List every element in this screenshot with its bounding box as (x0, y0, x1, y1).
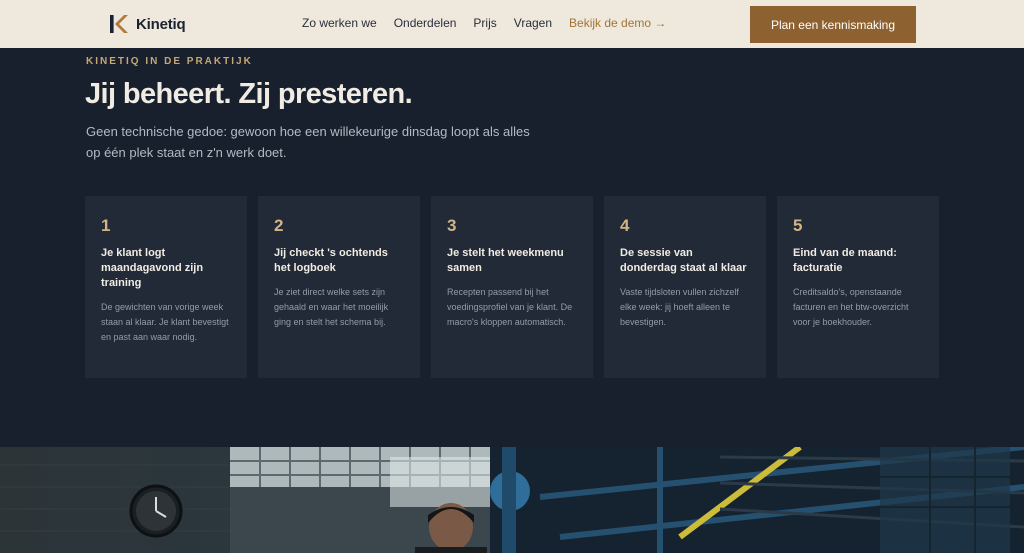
nav-prijs[interactable]: Prijs (473, 16, 496, 30)
gym-scene-illustration (0, 447, 1024, 553)
brand-name: Kinetiq (136, 15, 186, 33)
brand-logo[interactable]: Kinetiq (110, 14, 186, 34)
step-description: Vaste tijdsloten vullen zichzelf elke we… (620, 287, 739, 327)
step-description: Je ziet direct welke sets zijn gehaald e… (274, 287, 389, 327)
kinetiq-k-logo-icon (110, 15, 128, 33)
step-description: Creditsaldo's, openstaande facturen en h… (793, 287, 909, 327)
wall-clock-icon (129, 484, 183, 538)
step-title: Jij checkt 's ochtends het logboek (274, 247, 388, 274)
main-nav: Zo werken we Onderdelen Prijs Vragen Bek… (302, 16, 666, 30)
step-card-4: 4 De sessie van donderdag staat al klaar… (604, 196, 766, 378)
nav-vragen[interactable]: Vragen (514, 16, 552, 30)
step-title: Je stelt het weekmenu samen (447, 247, 564, 274)
step-title: Eind van de maand: facturatie (793, 247, 897, 274)
step-description: Recepten passend bij het voedingsprofiel… (447, 287, 573, 327)
step-number: 4 (620, 216, 630, 235)
step-card-5: 5 Eind van de maand: facturatie Creditsa… (777, 196, 939, 378)
section-title: Jij beheert. Zij presteren. (85, 78, 413, 110)
nav-demo-link[interactable]: Bekijk de demo → (569, 16, 666, 30)
step-title: De sessie van donderdag staat al klaar (620, 247, 747, 274)
plan-kennismaking-button[interactable]: Plan een kennismaking (750, 6, 916, 43)
nav-onderdelen[interactable]: Onderdelen (394, 16, 457, 30)
step-title: Je klant logt maandagavond zijn training (101, 247, 204, 289)
step-description: De gewichten van vorige week staan al kl… (101, 302, 229, 342)
step-card-3: 3 Je stelt het weekmenu samen Recepten p… (431, 196, 593, 378)
gym-photo (0, 447, 1024, 553)
section-eyebrow: KINETIQ IN DE PRAKTIJK (86, 56, 253, 67)
step-number: 5 (793, 216, 803, 235)
section-intro: Geen technische gedoe: gewoon hoe een wi… (86, 124, 530, 160)
nav-zo-werken-we[interactable]: Zo werken we (302, 16, 377, 30)
step-number: 1 (101, 216, 111, 235)
step-card-1: 1 Je klant logt maandagavond zijn traini… (85, 196, 247, 378)
step-number: 2 (274, 216, 284, 235)
site-header: Kinetiq Zo werken we Onderdelen Prijs Vr… (0, 0, 1024, 48)
step-number: 3 (447, 216, 457, 235)
step-card-2: 2 Jij checkt 's ochtends het logboek Je … (258, 196, 420, 378)
